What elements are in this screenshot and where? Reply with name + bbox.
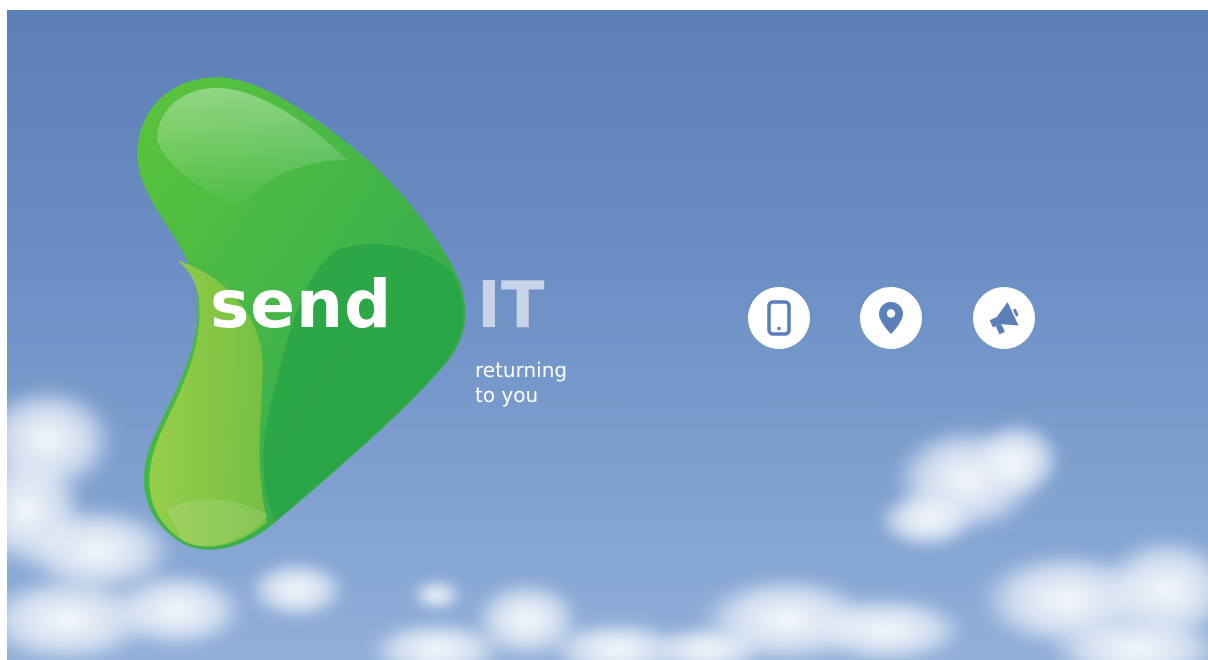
tagline: returning to you: [475, 358, 635, 408]
map-pin-icon: [879, 302, 903, 334]
megaphone-icon: [989, 301, 1019, 334]
mobile-app-button[interactable]: [748, 287, 810, 349]
hero-banner: send IT returning to you: [7, 10, 1208, 660]
location-button[interactable]: [860, 287, 922, 349]
announcements-button[interactable]: [973, 287, 1035, 349]
logo-suffix: IT: [477, 269, 545, 343]
tagline-line-1: returning: [475, 358, 568, 382]
mobile-phone-icon: [767, 300, 791, 336]
logo-wordmark: send: [210, 266, 393, 343]
tagline-line-2: to you: [475, 383, 539, 407]
